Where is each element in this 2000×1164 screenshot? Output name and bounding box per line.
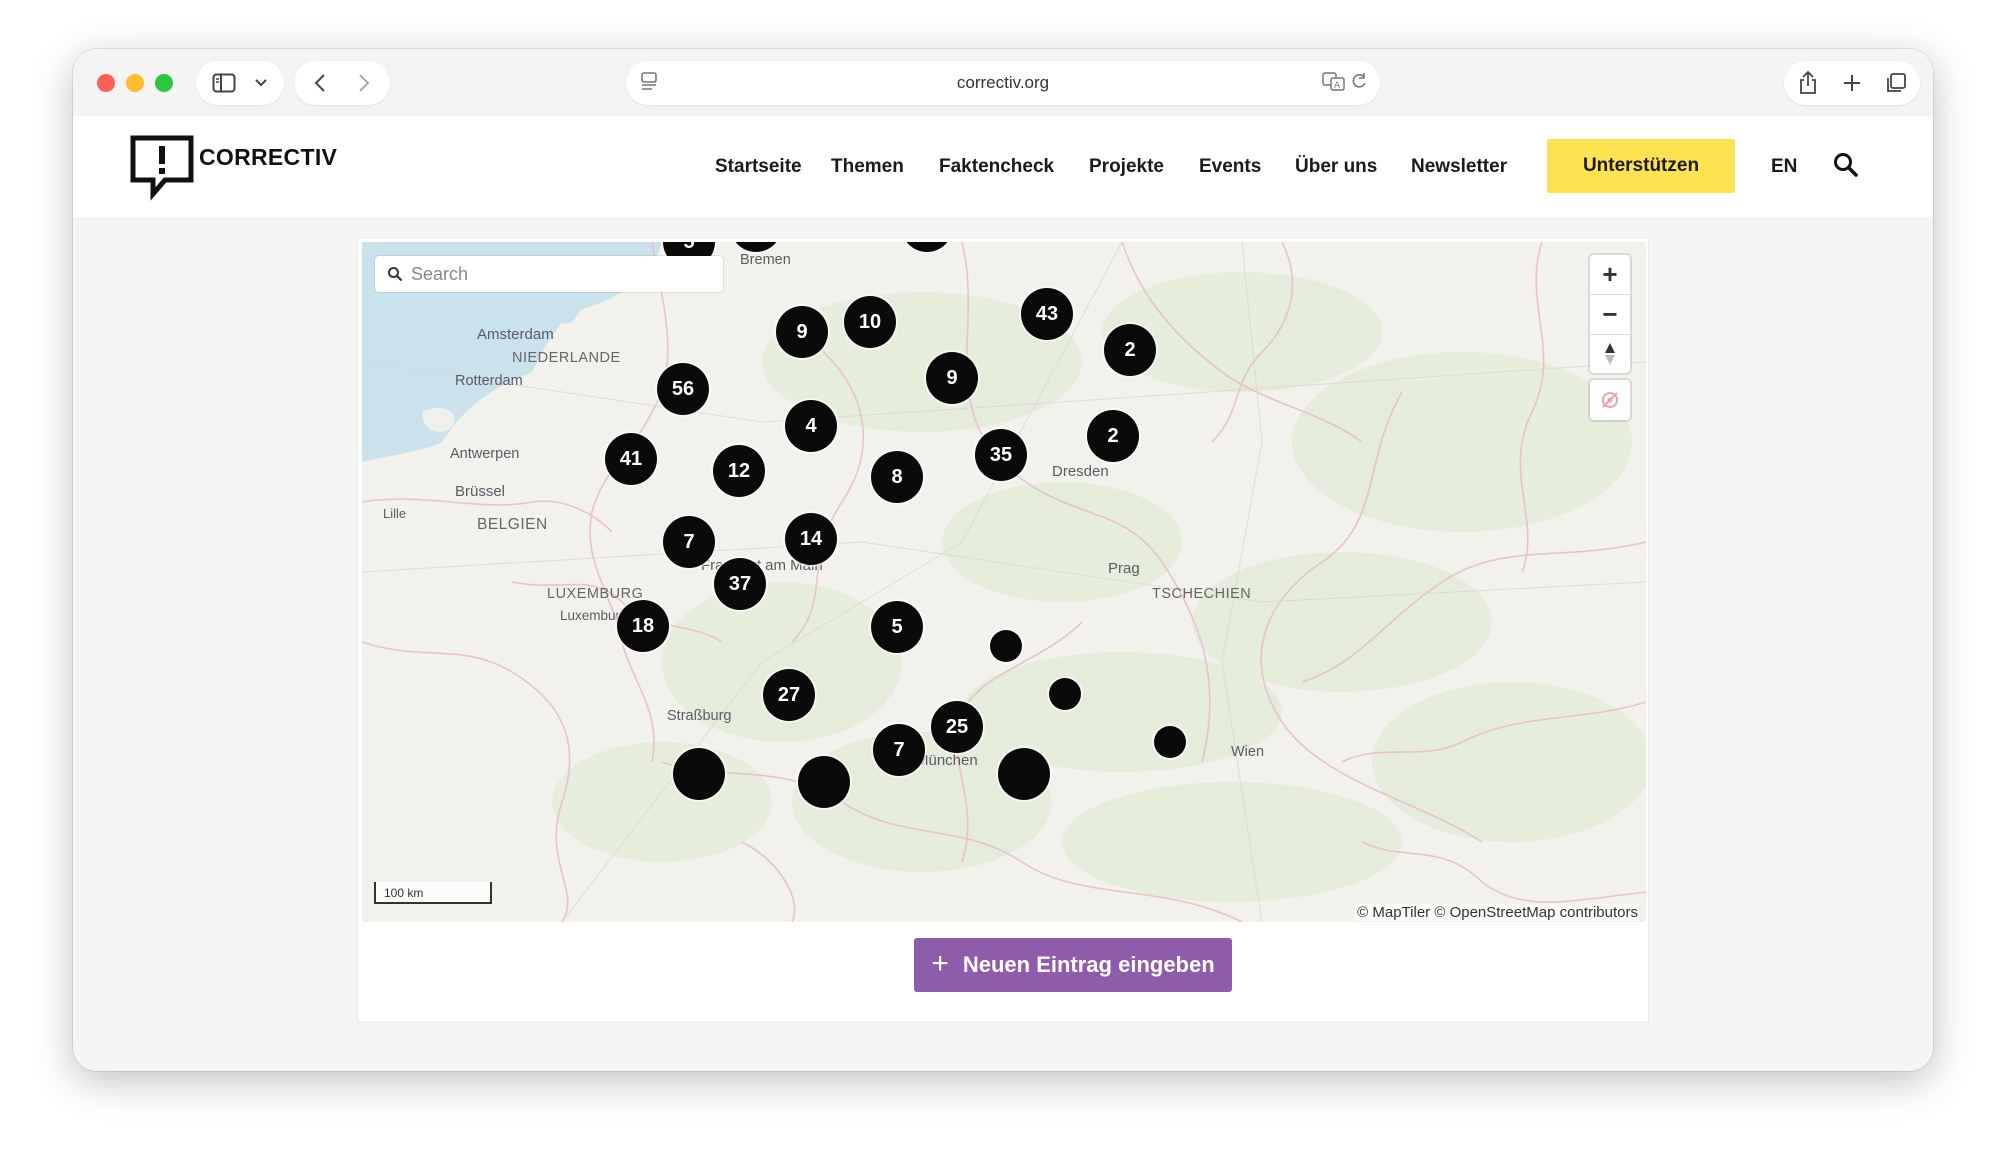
new-entry-button[interactable]: + Neuen Eintrag eingeben — [914, 938, 1232, 992]
place-label-rotterdam: Rotterdam — [455, 373, 523, 389]
place-label-bremen: Bremen — [740, 252, 791, 268]
place-label-wien: Wien — [1231, 744, 1265, 760]
forward-arrow-icon[interactable] — [342, 61, 386, 105]
browser-toolbar: correctiv.org A — [73, 49, 1933, 116]
place-label-muenchen: München — [916, 752, 978, 769]
map-cluster-marker[interactable]: 10 — [844, 296, 896, 348]
share-icon[interactable] — [1786, 61, 1830, 105]
map-cluster-marker[interactable]: 9 — [926, 352, 978, 404]
place-label-strassburg: Straßburg — [667, 708, 732, 724]
map-cluster-marker[interactable]: 43 — [1021, 288, 1073, 340]
place-label-bruessel: Brüssel — [455, 483, 506, 500]
zoom-in-button[interactable]: + — [1590, 255, 1630, 294]
place-label-amsterdam: Amsterdam — [477, 326, 554, 343]
country-label-tschechien: TSCHECHIEN — [1152, 586, 1252, 602]
map-cluster-marker[interactable]: 4 — [785, 400, 837, 452]
place-label-dresden: Dresden — [1052, 463, 1109, 480]
nav-newsletter[interactable]: Newsletter — [1411, 156, 1507, 178]
map-search-input[interactable] — [411, 256, 711, 292]
chevron-down-icon[interactable] — [246, 61, 276, 105]
nav-themen[interactable]: Themen — [831, 156, 904, 178]
map-zoom-controls: + − — [1590, 255, 1630, 373]
nav-events[interactable]: Events — [1199, 156, 1261, 178]
map-card: Bremen Amsterdam Rotterdam Antwerpen Brü… — [357, 237, 1649, 1023]
maximize-window-button[interactable] — [155, 74, 173, 92]
address-bar[interactable]: correctiv.org A — [626, 61, 1380, 105]
nav-projekte[interactable]: Projekte — [1089, 156, 1164, 178]
nav-faktencheck[interactable]: Faktencheck — [939, 156, 1054, 178]
window-actions-group — [1784, 61, 1920, 105]
country-label-luxemburg: LUXEMBURG — [547, 586, 644, 602]
search-icon[interactable] — [1833, 152, 1859, 178]
map-cluster-marker[interactable]: 5 — [871, 601, 923, 653]
correctiv-logo[interactable]: CORRECTIV — [129, 134, 337, 204]
back-arrow-icon[interactable] — [298, 61, 342, 105]
map-cluster-marker[interactable]: 25 — [931, 701, 983, 753]
zoom-out-button[interactable]: − — [1590, 295, 1630, 334]
map-cluster-marker[interactable] — [998, 748, 1050, 800]
map-scale-bar: 100 km — [374, 882, 492, 904]
new-entry-label: Neuen Eintrag eingeben — [962, 952, 1215, 977]
tab-overview-icon[interactable] — [1874, 61, 1918, 105]
minimize-window-button[interactable] — [126, 74, 144, 92]
logo-text: CORRECTIV — [199, 144, 338, 170]
webpage: CORRECTIV Startseite Themen Faktencheck … — [73, 116, 1933, 1071]
country-label-niederlande: NIEDERLANDE — [512, 350, 621, 366]
map-cluster-marker[interactable] — [798, 756, 850, 808]
map-cluster-marker[interactable] — [673, 748, 725, 800]
interactive-map[interactable]: Bremen Amsterdam Rotterdam Antwerpen Brü… — [362, 242, 1646, 922]
map-cluster-marker[interactable]: 9 — [776, 306, 828, 358]
support-button[interactable]: Unterstützen — [1547, 139, 1735, 193]
map-cluster-marker[interactable]: 2 — [1087, 410, 1139, 462]
translate-icon[interactable]: A — [1322, 71, 1346, 96]
compass-reset-north-icon[interactable] — [1590, 334, 1630, 373]
map-cluster-marker[interactable]: 37 — [714, 558, 766, 610]
language-switch[interactable]: EN — [1771, 156, 1797, 178]
map-search-box — [375, 256, 723, 292]
place-label-lille: Lille — [383, 506, 407, 521]
country-label-belgien: BELGIEN — [477, 516, 548, 533]
browser-window: correctiv.org A CORRECTIV Startseite The… — [73, 49, 1933, 1071]
search-icon — [387, 266, 403, 287]
svg-text:A: A — [1334, 81, 1341, 91]
map-base-layer — [362, 242, 1646, 922]
reload-icon[interactable] — [1350, 71, 1368, 96]
sidebar-icon[interactable] — [204, 61, 244, 105]
url-text: correctiv.org — [956, 73, 1050, 92]
geolocate-disabled-icon[interactable] — [1590, 380, 1630, 420]
map-cluster-marker[interactable]: 18 — [617, 600, 669, 652]
plus-icon: + — [931, 946, 949, 980]
map-cluster-marker[interactable]: 2 — [1104, 324, 1156, 376]
map-single-marker[interactable] — [1154, 726, 1186, 758]
sidebar-toggle-group — [196, 61, 284, 105]
map-attribution[interactable]: © MapTiler © OpenStreetMap contributors — [1355, 904, 1640, 921]
logo-speech-bubble-icon — [130, 135, 194, 201]
map-cluster-marker[interactable]: 14 — [785, 513, 837, 565]
map-single-marker[interactable] — [1049, 678, 1081, 710]
place-label-antwerpen: Antwerpen — [450, 446, 520, 462]
map-cluster-marker[interactable]: 35 — [975, 429, 1027, 481]
map-cluster-marker[interactable]: 12 — [713, 445, 765, 497]
map-cluster-marker[interactable]: 7 — [663, 516, 715, 568]
site-header: CORRECTIV Startseite Themen Faktencheck … — [73, 116, 1933, 217]
nav-ueber-uns[interactable]: Über uns — [1295, 156, 1377, 178]
new-tab-plus-icon[interactable] — [1830, 61, 1874, 105]
map-single-marker[interactable] — [990, 630, 1022, 662]
nav-startseite[interactable]: Startseite — [715, 156, 802, 178]
map-cluster-marker[interactable]: 56 — [657, 363, 709, 415]
map-cluster-marker[interactable]: 7 — [873, 724, 925, 776]
history-nav-group — [294, 61, 390, 105]
place-label-prag: Prag — [1108, 560, 1140, 577]
close-window-button[interactable] — [97, 74, 115, 92]
map-cluster-marker[interactable]: 27 — [763, 669, 815, 721]
map-cluster-marker[interactable]: 8 — [871, 451, 923, 503]
map-cluster-marker[interactable]: 41 — [605, 433, 657, 485]
